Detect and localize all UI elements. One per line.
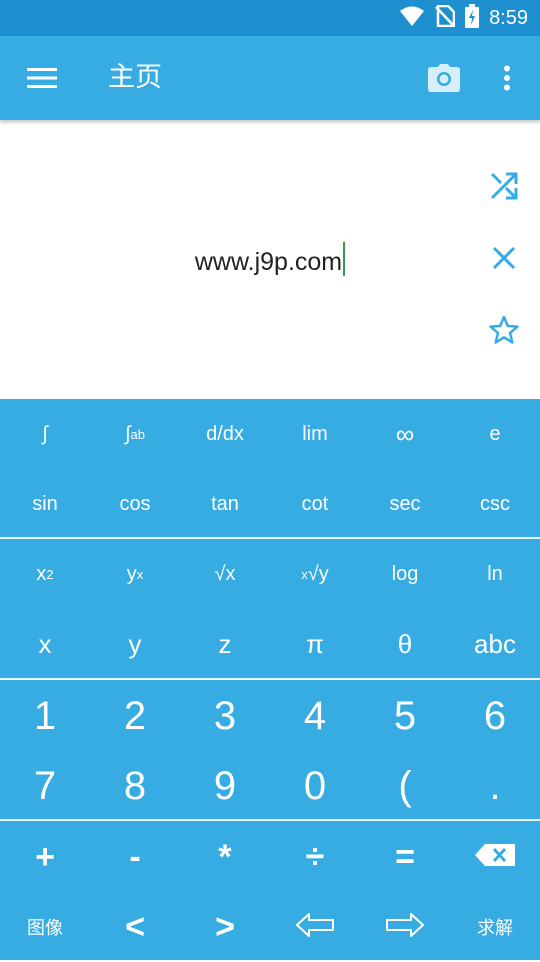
key-less-than[interactable]: < bbox=[90, 892, 180, 962]
key-power-base: y bbox=[126, 562, 137, 585]
key-definite-integral-lower: a bbox=[130, 426, 138, 442]
text-caret bbox=[343, 242, 346, 276]
key-nth-root[interactable]: x √y bbox=[270, 539, 360, 609]
keyboard-divider bbox=[0, 678, 540, 680]
shuffle-icon[interactable] bbox=[484, 166, 524, 206]
key-7[interactable]: 7 bbox=[0, 751, 90, 821]
key-nth-root-base: √y bbox=[307, 562, 329, 585]
page-title: 主页 bbox=[108, 62, 162, 93]
key-pi[interactable]: π bbox=[270, 609, 360, 679]
clear-icon[interactable] bbox=[484, 238, 524, 278]
status-bar: 8:59 bbox=[0, 0, 540, 36]
expression-input[interactable]: www.j9p.com bbox=[0, 242, 540, 277]
key-y[interactable]: y bbox=[90, 609, 180, 679]
key-square-base: x bbox=[36, 562, 47, 585]
key-multiply[interactable]: * bbox=[180, 822, 270, 892]
key-ln[interactable]: ln bbox=[450, 539, 540, 609]
keyboard-row-powers: x2 yx √x x √y log ln bbox=[0, 539, 540, 609]
key-cursor-right[interactable] bbox=[360, 892, 450, 962]
key-9[interactable]: 9 bbox=[180, 751, 270, 821]
key-solve[interactable]: 求解 bbox=[450, 892, 540, 962]
key-graph[interactable]: 图像 bbox=[0, 892, 90, 962]
key-e[interactable]: e bbox=[450, 399, 540, 469]
math-keyboard: ∫ ∫ a b d/dx lim ∞ e sin cos tan cot sec c… bbox=[0, 399, 540, 960]
wifi-icon bbox=[399, 5, 425, 32]
status-time: 8:59 bbox=[489, 6, 528, 29]
key-2[interactable]: 2 bbox=[90, 681, 180, 751]
key-4[interactable]: 4 bbox=[270, 681, 360, 751]
key-definite-integral-upper: b bbox=[137, 426, 145, 442]
battery-charging-icon bbox=[465, 3, 480, 33]
key-definite-integral[interactable]: ∫ a b bbox=[90, 399, 180, 469]
key-theta[interactable]: θ bbox=[360, 609, 450, 679]
keyboard-row-calculus: ∫ ∫ a b d/dx lim ∞ e bbox=[0, 399, 540, 469]
key-integral[interactable]: ∫ bbox=[0, 399, 90, 469]
keyboard-divider bbox=[0, 819, 540, 821]
key-log[interactable]: log bbox=[360, 539, 450, 609]
key-limit[interactable]: lim bbox=[270, 399, 360, 469]
key-abc[interactable]: abc bbox=[450, 609, 540, 679]
key-csc[interactable]: csc bbox=[450, 469, 540, 539]
key-plus[interactable]: + bbox=[0, 822, 90, 892]
keyboard-row-actions: 图像 < > 求解 bbox=[0, 892, 540, 962]
no-sim-icon bbox=[435, 4, 456, 32]
expression-text: www.j9p.com bbox=[194, 248, 343, 276]
keyboard-row-digits-2: 7 8 9 0 ( . bbox=[0, 751, 540, 821]
status-icons: 8:59 bbox=[399, 0, 528, 36]
hamburger-menu-icon[interactable] bbox=[22, 58, 62, 98]
key-backspace[interactable] bbox=[450, 822, 540, 892]
key-square-exp: 2 bbox=[46, 566, 54, 582]
keyboard-row-operators: + - * ÷ = bbox=[0, 822, 540, 892]
key-1[interactable]: 1 bbox=[0, 681, 90, 751]
keyboard-row-digits-1: 1 2 3 4 5 6 bbox=[0, 681, 540, 751]
keyboard-row-trig: sin cos tan cot sec csc bbox=[0, 469, 540, 539]
more-vert-icon[interactable] bbox=[490, 58, 524, 98]
key-tan[interactable]: tan bbox=[180, 469, 270, 539]
key-8[interactable]: 8 bbox=[90, 751, 180, 821]
key-power[interactable]: yx bbox=[90, 539, 180, 609]
key-square[interactable]: x2 bbox=[0, 539, 90, 609]
key-greater-than[interactable]: > bbox=[180, 892, 270, 962]
key-decimal-point[interactable]: . bbox=[450, 751, 540, 821]
key-minus[interactable]: - bbox=[90, 822, 180, 892]
key-6[interactable]: 6 bbox=[450, 681, 540, 751]
expression-display: www.j9p.com bbox=[0, 120, 540, 399]
backspace-icon bbox=[475, 843, 515, 871]
key-3[interactable]: 3 bbox=[180, 681, 270, 751]
key-x[interactable]: x bbox=[0, 609, 90, 679]
arrow-left-outline-icon bbox=[296, 912, 334, 943]
key-divide[interactable]: ÷ bbox=[270, 822, 360, 892]
key-open-paren[interactable]: ( bbox=[360, 751, 450, 821]
app-bar: 主页 bbox=[0, 36, 540, 120]
star-icon[interactable] bbox=[484, 310, 524, 350]
key-equals[interactable]: = bbox=[360, 822, 450, 892]
key-sec[interactable]: sec bbox=[360, 469, 450, 539]
keyboard-row-variables: x y z π θ abc bbox=[0, 609, 540, 679]
key-power-exp: x bbox=[136, 566, 144, 582]
key-sin[interactable]: sin bbox=[0, 469, 90, 539]
key-z[interactable]: z bbox=[180, 609, 270, 679]
key-sqrt[interactable]: √x bbox=[180, 539, 270, 609]
key-infinity[interactable]: ∞ bbox=[360, 399, 450, 469]
key-5[interactable]: 5 bbox=[360, 681, 450, 751]
camera-icon[interactable] bbox=[424, 58, 464, 98]
key-derivative[interactable]: d/dx bbox=[180, 399, 270, 469]
key-cursor-left[interactable] bbox=[270, 892, 360, 962]
key-0[interactable]: 0 bbox=[270, 751, 360, 821]
arrow-right-outline-icon bbox=[386, 912, 424, 943]
key-cot[interactable]: cot bbox=[270, 469, 360, 539]
key-cos[interactable]: cos bbox=[90, 469, 180, 539]
